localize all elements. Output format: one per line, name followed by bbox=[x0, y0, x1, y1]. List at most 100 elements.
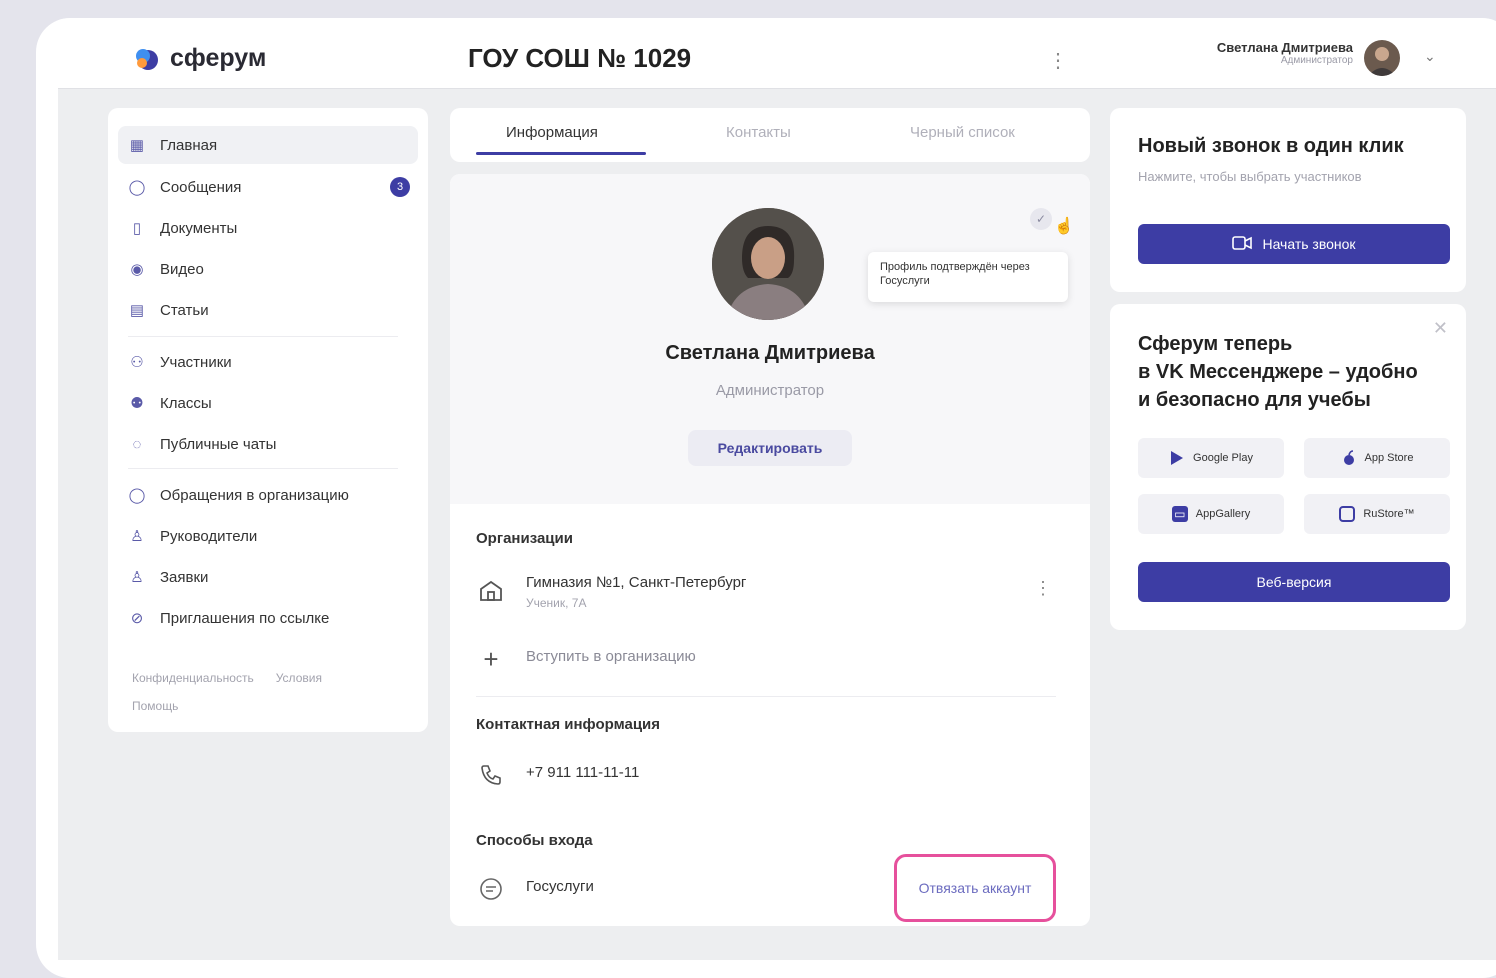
unlink-account-button[interactable]: Отвязать аккаунт bbox=[894, 854, 1056, 922]
classes-icon: ⚉ bbox=[130, 395, 144, 412]
web-version-button[interactable]: Веб-версия bbox=[1138, 562, 1450, 602]
sidebar-item-messages[interactable]: ◯ Сообщения 3 bbox=[118, 168, 418, 206]
pointer-cursor-icon: ☝ bbox=[1054, 218, 1074, 235]
profile-avatar bbox=[712, 208, 824, 320]
invite-link-icon: ⊘ bbox=[130, 610, 144, 627]
divider bbox=[128, 336, 398, 337]
appgallery-icon: ▭ bbox=[1171, 506, 1188, 522]
tab-info[interactable]: Информация bbox=[506, 124, 598, 141]
verified-shield-icon[interactable]: ✓ bbox=[1030, 208, 1052, 230]
help-link[interactable]: Помощь bbox=[132, 699, 178, 713]
organization-role: Ученик, 7А bbox=[526, 596, 587, 610]
more-icon[interactable]: ⋮ bbox=[1034, 578, 1052, 599]
sidebar-item-label: Руководители bbox=[160, 527, 258, 545]
public-chats-icon: ◌ bbox=[132, 435, 142, 453]
phone-icon bbox=[476, 760, 506, 790]
edit-profile-button[interactable]: Редактировать bbox=[688, 430, 852, 466]
top-bar: сферум ГОУ СОШ № 1029 ⋮ Светлана Дмитрие… bbox=[58, 40, 1496, 89]
contacts-title: Контактная информация bbox=[476, 716, 661, 733]
plus-icon: + bbox=[483, 643, 499, 674]
user-role: Администратор bbox=[1280, 55, 1353, 66]
chat-icon: ◯ bbox=[128, 179, 146, 196]
start-call-label: Начать звонок bbox=[1262, 236, 1356, 252]
school-icon bbox=[476, 576, 506, 606]
new-call-card: Новый звонок в один клик Нажмите, чтобы … bbox=[1110, 108, 1466, 292]
appeal-icon: ◯ bbox=[128, 487, 146, 504]
store-label: App Store bbox=[1364, 452, 1414, 464]
privacy-link[interactable]: Конфиденциальность bbox=[132, 671, 254, 685]
sidebar-item-leaders[interactable]: ♙ Руководители bbox=[118, 517, 418, 555]
sidebar-item-label: Статьи bbox=[160, 301, 209, 319]
profile-name: Светлана Дмитриева bbox=[665, 342, 875, 364]
app-store-button[interactable]: App Store bbox=[1304, 438, 1450, 478]
participants-icon: ⚇ bbox=[130, 354, 144, 371]
sidebar-item-label: Приглашения по ссылке bbox=[160, 609, 330, 627]
sidebar-item-home[interactable]: ▦ Главная bbox=[118, 126, 418, 164]
terms-link[interactable]: Условия bbox=[276, 671, 322, 685]
sidebar-item-label: Заявки bbox=[160, 568, 209, 586]
google-play-button[interactable]: Google Play bbox=[1138, 438, 1284, 478]
logo[interactable]: сферум bbox=[134, 44, 266, 73]
sidebar-item-invite-links[interactable]: ⊘ Приглашения по ссылке bbox=[118, 599, 418, 637]
app-window: сферум ГОУ СОШ № 1029 ⋮ Светлана Дмитрие… bbox=[58, 40, 1496, 960]
close-icon[interactable]: ✕ bbox=[1433, 318, 1448, 339]
more-icon[interactable]: ⋮ bbox=[1048, 48, 1068, 73]
user-avatar[interactable] bbox=[1364, 40, 1400, 76]
sidebar-item-label: Сообщения bbox=[160, 178, 242, 196]
phone-row: +7 911 111-11-11 bbox=[476, 756, 1076, 796]
rustore-button[interactable]: RuStore™ bbox=[1304, 494, 1450, 534]
organization-item[interactable]: Гимназия №1, Санкт-Петербург Ученик, 7А … bbox=[476, 572, 1076, 612]
start-call-button[interactable]: Начать звонок bbox=[1138, 224, 1450, 264]
organization-name: Гимназия №1, Санкт-Петербург bbox=[526, 574, 747, 591]
user-name: Светлана Дмитриева bbox=[1216, 40, 1353, 55]
user-info[interactable]: Светлана Дмитриева Администратор bbox=[1163, 40, 1353, 66]
phone-number: +7 911 111-11-11 bbox=[526, 764, 640, 781]
call-subtitle: Нажмите, чтобы выбрать участников bbox=[1138, 169, 1362, 184]
join-organization-row[interactable]: + Вступить в организацию bbox=[476, 640, 1076, 680]
article-icon: ▤ bbox=[129, 302, 145, 319]
appgallery-button[interactable]: ▭ AppGallery bbox=[1138, 494, 1284, 534]
sidebar-item-requests[interactable]: ♙ Заявки bbox=[118, 558, 418, 596]
store-label: AppGallery bbox=[1195, 508, 1251, 520]
tab-blacklist[interactable]: Черный список bbox=[910, 124, 1015, 141]
call-title: Новый звонок в один клик bbox=[1138, 135, 1404, 157]
logo-icon bbox=[134, 46, 160, 72]
sidebar-item-appeals[interactable]: ◯ Обращения в организацию bbox=[118, 476, 418, 514]
sidebar-item-documents[interactable]: ▯ Документы bbox=[118, 209, 418, 247]
profile-role: Администратор bbox=[715, 382, 825, 399]
promo-card: ✕ Сферум теперь в VK Мессенджере – удобн… bbox=[1110, 304, 1466, 630]
sidebar-item-public-chats[interactable]: ◌ Публичные чаты bbox=[118, 425, 418, 463]
sidebar: ▦ Главная ◯ Сообщения 3 ▯ Документы ◉ Ви… bbox=[108, 108, 428, 732]
document-icon: ▯ bbox=[132, 220, 142, 237]
logo-text: сферум bbox=[170, 44, 267, 72]
sidebar-item-label: Публичные чаты bbox=[160, 435, 277, 453]
video-icon: ◉ bbox=[130, 261, 144, 278]
sidebar-item-video[interactable]: ◉ Видео bbox=[118, 250, 418, 288]
sidebar-item-participants[interactable]: ⚇ Участники bbox=[118, 343, 418, 381]
sidebar-item-label: Обращения в организацию bbox=[160, 486, 349, 504]
organizations-title: Организации bbox=[476, 530, 573, 547]
profile-card: ✓ ☝ Профиль подтверждён через Госуслуги … bbox=[450, 174, 1090, 926]
sidebar-item-classes[interactable]: ⚉ Классы bbox=[118, 384, 418, 422]
login-methods-title: Способы входа bbox=[476, 832, 593, 849]
gosuslugi-icon bbox=[476, 874, 506, 904]
footer-links: Конфиденциальность Условия Помощь bbox=[132, 664, 412, 720]
store-label: RuStore™ bbox=[1363, 508, 1415, 520]
active-tab-indicator bbox=[476, 152, 646, 155]
promo-title-line-1: Сферум теперь bbox=[1138, 333, 1293, 355]
sidebar-item-articles[interactable]: ▤ Статьи bbox=[118, 291, 418, 329]
sidebar-item-label: Документы bbox=[160, 219, 238, 237]
login-method-name: Госуслуги bbox=[526, 878, 594, 895]
chevron-down-icon[interactable]: ⌄ bbox=[1424, 48, 1436, 65]
profile-tabs: Информация Контакты Черный список bbox=[450, 108, 1090, 162]
join-organization-label: Вступить в организацию bbox=[526, 648, 696, 665]
sidebar-item-label: Участники bbox=[160, 353, 232, 371]
promo-title-line-3: и безопасно для учебы bbox=[1138, 389, 1371, 411]
tab-contacts[interactable]: Контакты bbox=[726, 124, 791, 141]
camera-icon bbox=[1232, 235, 1253, 253]
sidebar-item-label: Классы bbox=[160, 394, 212, 412]
store-label: Google Play bbox=[1193, 452, 1253, 464]
grid-icon: ▦ bbox=[129, 137, 145, 154]
rustore-icon bbox=[1339, 506, 1356, 522]
verification-tooltip: Профиль подтверждён через Госуслуги bbox=[868, 252, 1068, 302]
